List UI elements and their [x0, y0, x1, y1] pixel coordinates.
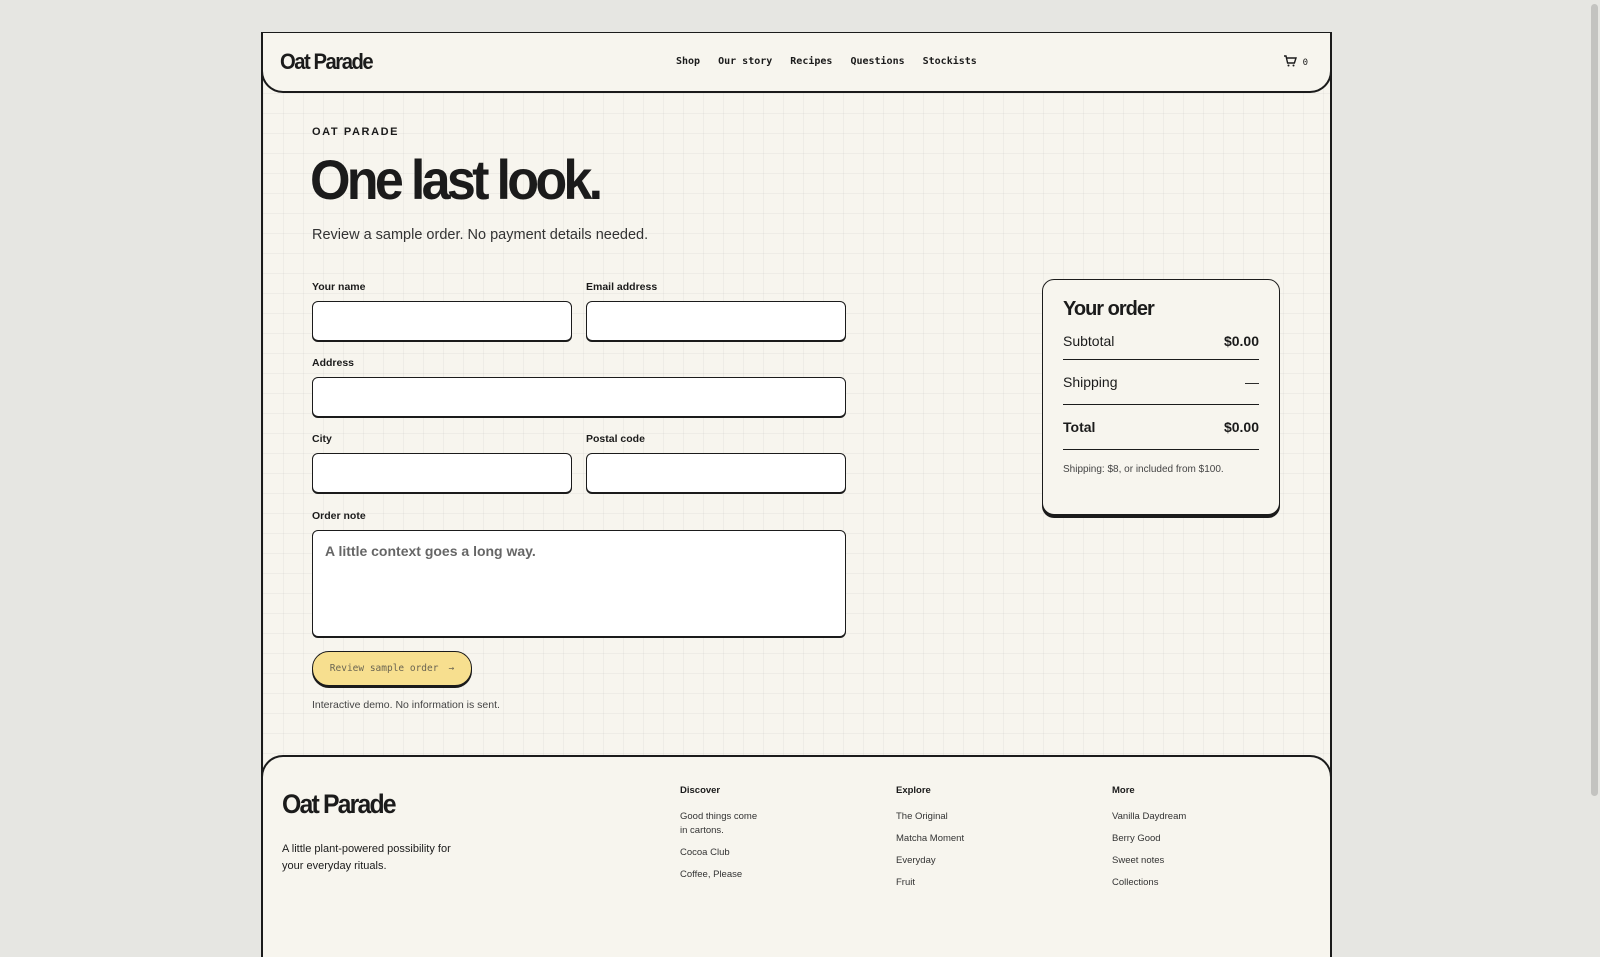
brand-logo[interactable]: Oat Parade — [280, 49, 374, 75]
footer-link[interactable]: Everyday — [896, 854, 964, 868]
cart-icon — [1283, 54, 1297, 72]
nav-our-story[interactable]: Our story — [718, 56, 772, 67]
name-field[interactable] — [312, 301, 572, 341]
postal-code-field[interactable] — [586, 453, 846, 493]
footer-column-more: More Vanilla Daydream Berry Good Sweet n… — [1112, 785, 1186, 898]
city-field[interactable] — [312, 453, 572, 493]
total-label: Total — [1063, 419, 1096, 435]
footer-link[interactable]: Coffee, Please — [680, 868, 760, 882]
total-value: $0.00 — [1223, 419, 1259, 435]
address-field[interactable] — [312, 377, 846, 417]
city-label: City — [312, 433, 332, 445]
nav-questions[interactable]: Questions — [850, 56, 904, 67]
postal-code-label: Postal code — [586, 433, 645, 445]
footer-logo[interactable]: Oat Parade — [282, 789, 397, 820]
footer-tagline: A little plant-powered possibility for y… — [282, 843, 451, 872]
footer-column-discover: Discover Good things come in cartons. Co… — [680, 785, 760, 890]
order-note-field[interactable] — [312, 530, 846, 637]
footer-link[interactable]: Good things come in cartons. — [680, 810, 760, 838]
shipping-note: Shipping: $8, or included from $100. — [1063, 464, 1224, 475]
nav-shop[interactable]: Shop — [676, 56, 700, 67]
subtotal-row: Subtotal $0.00 — [1063, 333, 1259, 360]
page-title: One last look. — [310, 148, 603, 211]
cart-count: 0 — [1302, 58, 1308, 68]
footer-link[interactable]: Fruit — [896, 876, 964, 890]
footer-link[interactable]: Collections — [1112, 876, 1186, 890]
address-label: Address — [312, 357, 355, 369]
footer-link[interactable]: Sweet notes — [1112, 854, 1186, 868]
footer-column-explore: Explore The Original Matcha Moment Every… — [896, 785, 964, 898]
footer-heading: Explore — [896, 785, 931, 796]
order-note-label: Order note — [312, 510, 366, 522]
footer-heading: More — [1112, 785, 1135, 796]
footer-link[interactable]: Berry Good — [1112, 832, 1186, 846]
eyebrow-label: OAT PARADE — [312, 126, 400, 138]
review-order-button[interactable]: Review sample order → — [312, 651, 472, 686]
site-footer: Oat Parade A little plant-powered possib… — [261, 755, 1332, 957]
demo-note: Interactive demo. No information is sent… — [312, 699, 500, 711]
nav-recipes[interactable]: Recipes — [790, 56, 832, 67]
review-order-label: Review sample order — [329, 663, 439, 674]
page-scrollbar[interactable] — [1588, 0, 1600, 900]
footer-link[interactable]: Vanilla Daydream — [1112, 810, 1186, 824]
footer-link[interactable]: Cocoa Club — [680, 846, 760, 860]
email-label: Email address — [586, 281, 658, 293]
site-header: Oat Parade Shop Our story Recipes Questi… — [261, 32, 1332, 93]
footer-link[interactable]: The Original — [896, 810, 964, 824]
total-row: Total $0.00 — [1063, 405, 1259, 450]
order-summary-title: Your order — [1063, 298, 1155, 320]
page-frame: Oat Parade Shop Our story Recipes Questi… — [261, 32, 1332, 957]
name-label: Your name — [312, 281, 366, 293]
subtotal-label: Subtotal — [1063, 333, 1115, 349]
email-field[interactable] — [586, 301, 846, 341]
footer-heading: Discover — [680, 785, 721, 796]
cart-button[interactable]: 0 — [1283, 54, 1308, 72]
nav-stockists[interactable]: Stockists — [923, 56, 977, 67]
scrollbar-thumb[interactable] — [1591, 4, 1598, 796]
arrow-right-icon: → — [448, 663, 455, 674]
shipping-row: Shipping — — [1063, 360, 1259, 405]
shipping-label: Shipping — [1063, 374, 1118, 390]
order-summary: Your order Subtotal $0.00 Shipping — Tot… — [1042, 279, 1280, 515]
footer-link[interactable]: Matcha Moment — [896, 832, 964, 846]
page-subtitle: Review a sample order. No payment detail… — [312, 227, 649, 243]
shipping-value: — — [1245, 374, 1259, 390]
main-nav: Shop Our story Recipes Questions Stockis… — [676, 56, 977, 67]
subtotal-value: $0.00 — [1223, 333, 1259, 349]
